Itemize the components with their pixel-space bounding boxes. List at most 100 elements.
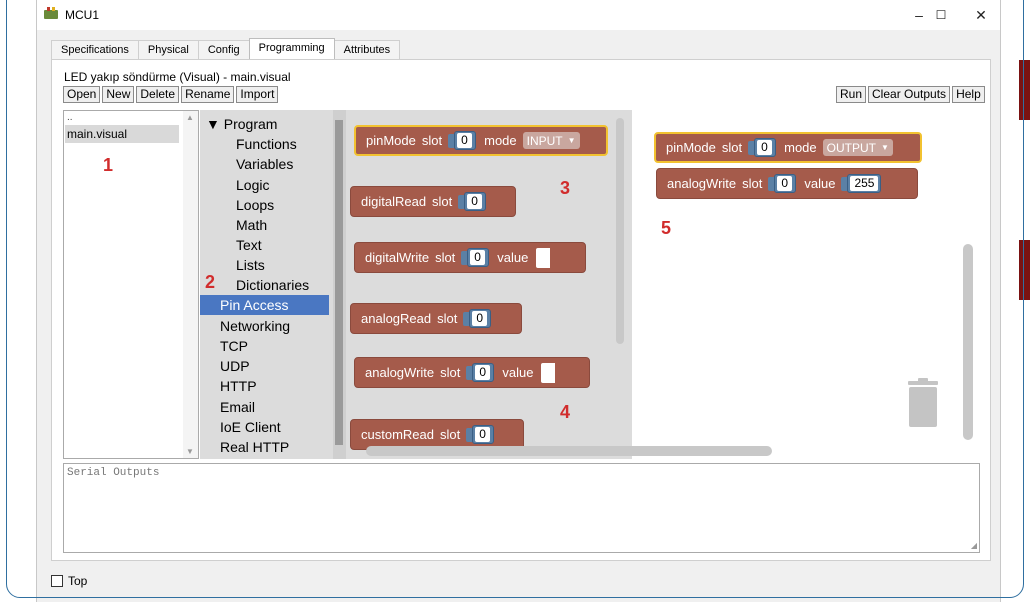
slot-number-input[interactable]: 0	[458, 191, 487, 212]
annotation-3: 3	[560, 178, 571, 198]
title-bar: MCU1 – ☐ ✕	[37, 0, 1000, 30]
category-program[interactable]: ▼ Program	[206, 114, 277, 134]
file-item-main-visual[interactable]: main.visual	[65, 125, 179, 143]
top-label: Top	[68, 574, 88, 588]
parent-directory-item[interactable]: ..	[67, 112, 73, 123]
maximize-button[interactable]: ☐	[919, 2, 963, 28]
background-edge-decoration	[1019, 240, 1030, 300]
serial-output-placeholder: Serial Outputs	[67, 467, 160, 479]
dropdown-arrow-icon: ▼	[880, 143, 889, 152]
top-checkbox[interactable]	[51, 575, 63, 587]
category-loops[interactable]: Loops	[236, 195, 274, 215]
trash-icon[interactable]	[906, 378, 940, 428]
category-tcp[interactable]: TCP	[220, 336, 248, 356]
help-button[interactable]: Help	[952, 86, 985, 103]
block-digitalwrite[interactable]: digitalWrite slot 0 value	[354, 242, 586, 273]
slot-number-input[interactable]: 0	[448, 130, 477, 151]
block-label: analogWrite	[667, 176, 737, 191]
tab-bar: Specifications Physical Config Programmi…	[51, 38, 401, 60]
tab-programming[interactable]: Programming	[248, 38, 335, 59]
block-digitalread[interactable]: digitalRead slot 0	[350, 186, 516, 217]
tab-specifications[interactable]: Specifications	[51, 40, 139, 59]
block-label: customRead	[361, 427, 434, 442]
category-logic[interactable]: Logic	[236, 175, 269, 195]
slot-number-input[interactable]: 0	[461, 247, 490, 268]
run-toolbar: Run Clear Outputs Help	[836, 86, 987, 103]
block-flyout	[346, 110, 632, 459]
category-dictionaries[interactable]: Dictionaries	[236, 275, 309, 295]
block-value-label: value	[497, 250, 529, 265]
dropdown-arrow-icon: ▼	[567, 136, 576, 145]
value-input-socket[interactable]	[536, 247, 551, 268]
workspace-block-pinmode-output[interactable]: pinMode slot 0 mode OUTPUT ▼	[654, 132, 922, 163]
block-analogread[interactable]: analogRead slot 0	[350, 303, 522, 334]
category-ioe-client[interactable]: IoE Client	[220, 417, 281, 437]
category-variables[interactable]: Variables	[236, 154, 293, 174]
tab-physical[interactable]: Physical	[137, 40, 199, 59]
workspace-block-analogwrite[interactable]: analogWrite slot 0 value 255	[656, 168, 918, 199]
slot-number-input[interactable]: 0	[463, 308, 492, 329]
block-category-list: ▼ Program Functions Variables Logic Loop…	[200, 110, 346, 459]
category-pin-access[interactable]: Pin Access	[200, 295, 329, 315]
resize-grip-icon[interactable]: ◢	[971, 541, 977, 550]
open-button[interactable]: Open	[63, 86, 101, 103]
block-label: analogWrite	[365, 365, 435, 380]
value-number-input[interactable]: 255	[841, 173, 882, 194]
new-button[interactable]: New	[102, 86, 135, 103]
category-email[interactable]: Email	[220, 397, 255, 417]
annotation-2: 2	[205, 272, 216, 292]
slot-number-input[interactable]: 0	[466, 362, 495, 383]
slot-number-input[interactable]: 0	[768, 173, 797, 194]
category-text[interactable]: Text	[236, 235, 262, 255]
category-functions[interactable]: Functions	[236, 134, 297, 154]
block-label: digitalRead	[361, 194, 427, 209]
slot-number-input[interactable]: 0	[466, 424, 495, 445]
category-real-http[interactable]: Real HTTP	[220, 437, 289, 457]
tab-attributes[interactable]: Attributes	[333, 40, 401, 59]
file-toolbar: Open New Delete Rename Import	[63, 86, 280, 103]
file-list: .. main.visual ▲ ▼	[63, 110, 199, 459]
app-icon	[44, 7, 58, 19]
serial-output[interactable]: Serial Outputs ◢	[63, 463, 980, 553]
annotation-1: 1	[103, 155, 114, 175]
file-list-scrollbar[interactable]: ▲ ▼	[183, 111, 198, 458]
flyout-scrollbar[interactable]	[616, 118, 624, 344]
run-button[interactable]: Run	[836, 86, 867, 103]
block-slot-label: slot	[435, 250, 456, 265]
mode-dropdown[interactable]: OUTPUT ▼	[822, 139, 893, 156]
block-analogwrite[interactable]: analogWrite slot 0 value	[354, 357, 590, 388]
category-udp[interactable]: UDP	[220, 356, 250, 376]
delete-button[interactable]: Delete	[136, 86, 180, 103]
scroll-up-icon[interactable]: ▲	[186, 113, 194, 122]
slot-number-input[interactable]: 0	[748, 137, 777, 158]
background-edge-decoration	[1019, 60, 1030, 120]
clear-outputs-button[interactable]: Clear Outputs	[868, 86, 951, 103]
file-title: LED yakıp söndürme (Visual) - main.visua…	[64, 70, 291, 84]
block-label: digitalWrite	[365, 250, 430, 265]
workspace-horizontal-scrollbar[interactable]	[366, 446, 772, 456]
block-value-label: value	[502, 365, 534, 380]
category-http[interactable]: HTTP	[220, 376, 257, 396]
block-slot-label: slot	[721, 140, 743, 155]
value-input-socket[interactable]	[541, 362, 556, 383]
category-math[interactable]: Math	[236, 215, 267, 235]
import-button[interactable]: Import	[236, 86, 279, 103]
mcu-window: MCU1 – ☐ ✕ Specifications Physical Confi…	[36, 0, 1001, 602]
block-slot-label: slot	[440, 365, 461, 380]
block-label: pinMode	[666, 140, 716, 155]
category-networking[interactable]: Networking	[220, 316, 290, 336]
block-mode-label: mode	[784, 140, 817, 155]
block-pinmode-input[interactable]: pinMode slot 0 mode INPUT ▼	[354, 125, 608, 156]
scroll-down-icon[interactable]: ▼	[186, 447, 194, 456]
close-button[interactable]: ✕	[959, 2, 1003, 28]
window-title: MCU1	[65, 8, 100, 22]
tab-config[interactable]: Config	[197, 40, 250, 59]
rename-button[interactable]: Rename	[181, 86, 235, 103]
workspace-vertical-scrollbar[interactable]	[963, 244, 973, 440]
block-label: analogRead	[361, 311, 432, 326]
scrollbar-thumb[interactable]	[335, 120, 343, 445]
block-slot-label: slot	[432, 194, 453, 209]
category-scrollbar[interactable]	[333, 110, 346, 459]
category-lists[interactable]: Lists	[236, 255, 265, 275]
mode-dropdown[interactable]: INPUT ▼	[522, 132, 580, 149]
